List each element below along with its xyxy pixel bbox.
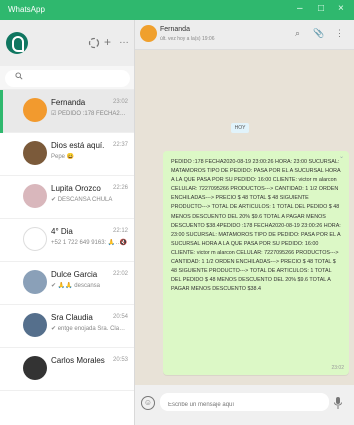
message-input[interactable] [160, 396, 329, 414]
chat-name: 4° Dia [51, 227, 73, 236]
chat-item-fernanda[interactable]: Fernanda 23:02 ☑ PEDIDO :178 FECHA2020-0… [0, 90, 134, 133]
chat-name: Lupita Orozco [51, 184, 101, 193]
mic-icon[interactable] [333, 396, 343, 410]
chat-name: Dulce Garcia [51, 270, 98, 279]
chat-preview: +52 1 722 649 9163: 🙏🙏🙏 [51, 240, 127, 246]
avatar [23, 356, 47, 380]
avatar [23, 227, 47, 251]
chat-time: 23:02 [112, 99, 128, 105]
avatar [23, 141, 47, 165]
maximize-button[interactable]: □ [318, 3, 324, 14]
chat-time: 22:26 [112, 185, 128, 191]
avatar [23, 184, 47, 208]
chat-item-4-dia[interactable]: 4° Dia 22:12 +52 1 722 649 9163: 🙏🙏🙏 🔇 [0, 219, 134, 262]
message-input-wrap[interactable] [160, 393, 329, 414]
chat-item-sra-claudia[interactable]: Sra Claudia 20:54 ✔ entge enojada Sra. C… [0, 305, 134, 348]
contact-avatar[interactable] [140, 25, 157, 42]
chat-name: Carlos Morales [51, 356, 105, 365]
compose-bar: ☺ [135, 385, 354, 425]
conversation-header[interactable]: Fernanda últ. vez hoy a la(s) 19:06 ⌕ 📎 … [135, 20, 354, 50]
chat-item-dios[interactable]: Dios está aquí. 22:37 Pepe 😀 [0, 133, 134, 176]
last-seen-status: últ. vez hoy a la(s) 19:06 [160, 36, 215, 42]
chat-preview: ✔ entge enojada Sra. Clau soy Vic [51, 326, 127, 332]
my-avatar[interactable] [6, 32, 28, 54]
chat-name: Sra Claudia [51, 313, 93, 322]
avatar [23, 98, 47, 122]
avatar [23, 313, 47, 337]
chat-preview: ✔ 🙏🙏 descansa [51, 283, 100, 289]
menu-icon[interactable]: … [119, 35, 129, 46]
chat-preview: ☑ PEDIDO :178 FECHA2020-08-19... [51, 111, 127, 117]
close-button[interactable]: × [338, 3, 344, 14]
chat-name: Fernanda [51, 98, 86, 107]
search-chat-icon[interactable]: ⌕ [295, 28, 300, 39]
conversation-panel: Fernanda últ. vez hoy a la(s) 19:06 ⌕ 📎 … [135, 20, 354, 425]
window-titlebar: WhatsApp – □ × [0, 0, 354, 20]
message-time: 23:02 [331, 364, 344, 371]
attach-icon[interactable]: 📎 [313, 28, 324, 39]
message-text: PEDIDO :178 FECHA2020-08-19 23:00:26 HOR… [171, 159, 341, 293]
message-bubble[interactable]: ⌄ PEDIDO :178 FECHA2020-08-19 23:00:26 H… [163, 151, 349, 375]
chat-preview: ✔ DESCANSA CHULA [51, 197, 113, 203]
chat-time: 22:37 [112, 142, 128, 148]
status-icon[interactable] [88, 37, 100, 49]
emoji-icon[interactable]: ☺ [141, 396, 155, 410]
chat-time: 20:54 [112, 314, 128, 320]
sidebar-header: + … [0, 20, 134, 66]
search-bar [0, 66, 134, 90]
app-title: WhatsApp [8, 5, 45, 14]
chat-item-dulce[interactable]: Dulce Garcia 22:02 ✔ 🙏🙏 descansa [0, 262, 134, 305]
new-chat-icon[interactable]: + [104, 35, 111, 49]
chevron-down-icon[interactable]: ⌄ [339, 153, 344, 162]
chat-time: 22:12 [112, 228, 128, 234]
avatar [23, 270, 47, 294]
chat-time: 20:53 [112, 357, 128, 363]
mute-icon: 🔇 [119, 240, 127, 246]
chat-name: Dios está aquí. [51, 141, 105, 150]
menu-icon[interactable]: ⋮ [335, 28, 344, 39]
chat-list-panel: + … Fernanda 23:02 ☑ PEDIDO :178 FECHA20… [0, 20, 135, 425]
date-divider: HOY [231, 123, 249, 133]
minimize-button[interactable]: – [297, 3, 303, 14]
chat-item-carlos[interactable]: Carlos Morales 20:53 [0, 348, 134, 391]
chat-item-lupita[interactable]: Lupita Orozco 22:26 ✔ DESCANSA CHULA [0, 176, 134, 219]
chat-preview: Pepe 😀 [51, 154, 75, 160]
search-input[interactable] [5, 70, 130, 87]
contact-name: Fernanda [160, 26, 190, 33]
search-icon [15, 72, 23, 80]
chat-time: 22:02 [112, 271, 128, 277]
